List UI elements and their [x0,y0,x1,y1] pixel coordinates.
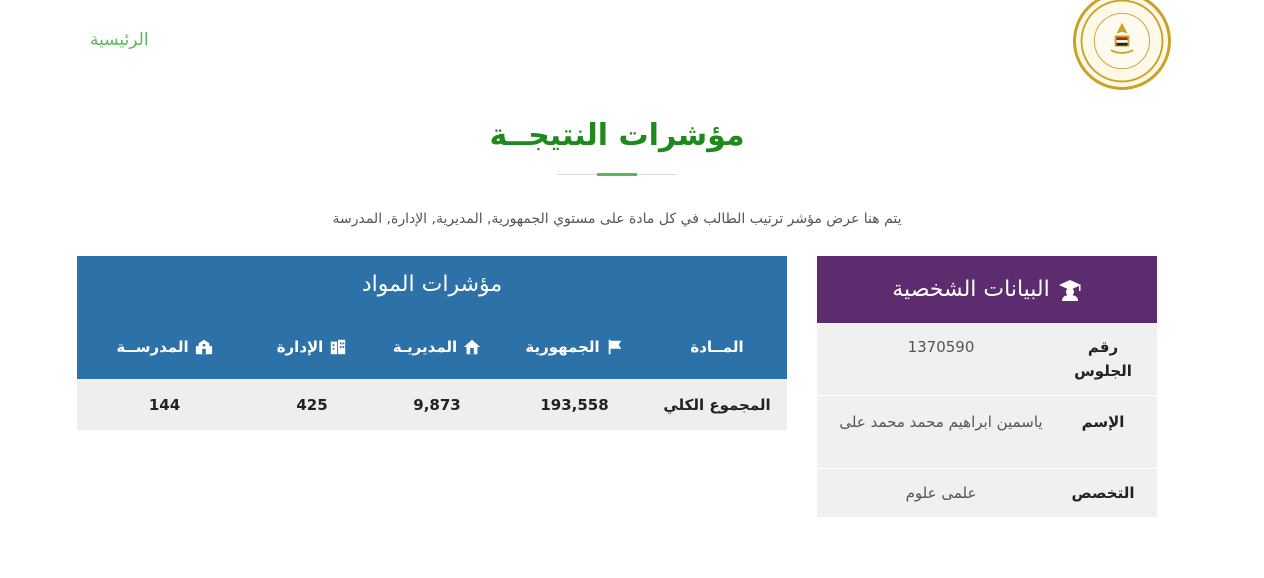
specialization-value: علمى علوم [905,484,977,502]
page-description: يتم هنا عرض مؤشر ترتيب الطالب في كل مادة… [332,211,902,227]
seat-number-label: رقم الجلوس [1074,338,1132,380]
personal-data-panel: البيانات الشخصية رقم الجلوس 1370590 الإس… [817,256,1157,518]
personal-data-title: البيانات الشخصية [892,277,1050,302]
school-icon [195,338,213,356]
column-subject: المــادة [690,338,744,356]
home-link[interactable]: الرئيسية [90,30,149,50]
personal-data-header: البيانات الشخصية [817,256,1157,323]
subjects-table-header: مؤشرات المواد المــادة الجمهورية المديري… [77,256,787,379]
column-directorate: المديريـة [372,338,502,356]
graduate-icon [1058,278,1082,302]
specialization-label: التخصص [1071,484,1135,502]
flag-icon [606,338,624,356]
cell-republic: 193,558 [540,395,609,414]
cell-school: 144 [148,395,181,414]
title-divider [557,173,677,176]
specialization-row: التخصص علمى علوم [817,469,1157,518]
seat-number-value: 1370590 [907,338,975,356]
page-title: مؤشرات النتيجــة [489,118,745,153]
student-name-row: الإسم ياسمين ابراهيم محمد محمد على [817,396,1157,469]
subjects-table-title: مؤشرات المواد [361,272,503,297]
subjects-indicators-table: مؤشرات المواد المــادة الجمهورية المديري… [77,256,787,430]
ministry-logo [1073,0,1171,90]
cell-directorate: 9,873 [413,395,461,414]
cell-subject: المجموع الكلي [663,395,771,414]
column-school: المدرســة [77,338,252,356]
seat-number-row: رقم الجلوس 1370590 [817,323,1157,396]
cell-administration: 425 [296,395,328,414]
student-name-value: ياسمين ابراهيم محمد محمد على [839,413,1043,431]
column-republic: الجمهورية [502,338,647,356]
home-icon [463,338,481,356]
table-row: المجموع الكلي 193,558 9,873 425 144 [77,379,787,430]
column-administration: الإدارة [252,338,372,356]
building-icon [329,338,347,356]
student-name-label: الإسم [1081,413,1125,431]
